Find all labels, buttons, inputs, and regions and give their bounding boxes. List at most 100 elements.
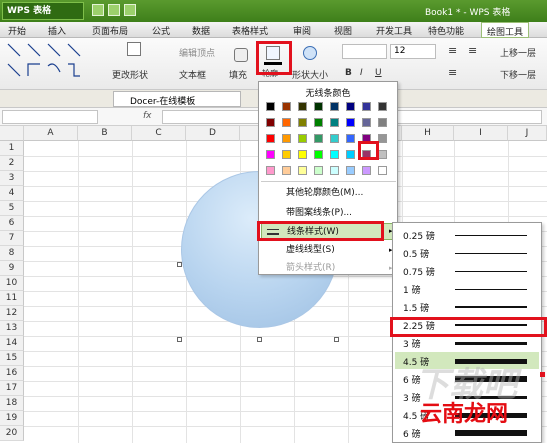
- color-swatch[interactable]: [266, 134, 275, 143]
- align-justify-icon[interactable]: ≡: [448, 66, 457, 79]
- color-swatch[interactable]: [362, 118, 371, 127]
- no-line-color-option[interactable]: 无线条颜色: [259, 86, 397, 99]
- color-swatch[interactable]: [266, 150, 275, 159]
- row-header[interactable]: 5: [0, 201, 24, 216]
- color-swatch[interactable]: [282, 166, 291, 175]
- font-name-select[interactable]: [342, 44, 387, 59]
- bold-button[interactable]: B: [345, 68, 352, 78]
- bring-forward-button[interactable]: 上移一层: [500, 46, 536, 59]
- row-header[interactable]: 11: [0, 291, 24, 306]
- color-swatch[interactable]: [298, 166, 307, 175]
- color-swatch[interactable]: [346, 166, 355, 175]
- color-swatch[interactable]: [314, 134, 323, 143]
- color-swatch[interactable]: [378, 150, 387, 159]
- underline-button[interactable]: U: [375, 68, 382, 78]
- fx-icon[interactable]: fx: [143, 111, 152, 121]
- row-header[interactable]: 18: [0, 396, 24, 411]
- col-header-d[interactable]: D: [186, 126, 240, 141]
- color-swatch[interactable]: [266, 118, 275, 127]
- line-weight-option[interactable]: 0.75 磅: [395, 262, 539, 279]
- color-swatch[interactable]: [362, 166, 371, 175]
- color-swatch[interactable]: [378, 134, 387, 143]
- textbox-label[interactable]: 文本框: [179, 68, 206, 81]
- col-header-h[interactable]: H: [402, 126, 454, 141]
- pattern-line-option[interactable]: 带图案线条(P)...: [261, 205, 396, 222]
- color-swatch[interactable]: [346, 150, 355, 159]
- line-weight-option[interactable]: 1.5 磅: [395, 298, 539, 315]
- color-swatch[interactable]: [330, 118, 339, 127]
- wps-app-button[interactable]: WPS 表格: [2, 2, 84, 20]
- tab-features[interactable]: 特色功能: [428, 24, 464, 37]
- color-swatch[interactable]: [298, 118, 307, 127]
- color-swatch[interactable]: [330, 166, 339, 175]
- color-swatch[interactable]: [314, 166, 323, 175]
- color-swatch[interactable]: [378, 118, 387, 127]
- col-header-a[interactable]: A: [24, 126, 78, 141]
- row-header[interactable]: 3: [0, 171, 24, 186]
- line-weight-option[interactable]: 0.25 磅: [395, 226, 539, 243]
- color-swatch[interactable]: [282, 150, 291, 159]
- tab-home[interactable]: 开始: [8, 24, 26, 37]
- color-swatch[interactable]: [330, 150, 339, 159]
- save-icon[interactable]: [92, 4, 104, 16]
- color-swatch[interactable]: [378, 102, 387, 111]
- change-shape-icon[interactable]: [127, 42, 141, 56]
- color-swatch[interactable]: [314, 118, 323, 127]
- color-swatch[interactable]: [298, 150, 307, 159]
- color-swatch[interactable]: [266, 102, 275, 111]
- color-swatch[interactable]: [298, 134, 307, 143]
- tab-view[interactable]: 视图: [334, 24, 352, 37]
- color-swatch[interactable]: [282, 102, 291, 111]
- line-shapes-gallery[interactable]: [6, 42, 98, 84]
- row-header[interactable]: 10: [0, 276, 24, 291]
- row-header[interactable]: 7: [0, 231, 24, 246]
- row-header[interactable]: 6: [0, 216, 24, 231]
- tab-table-style[interactable]: 表格样式: [232, 24, 268, 37]
- align-center-icon[interactable]: ≡: [468, 44, 477, 57]
- send-backward-button[interactable]: 下移一层: [500, 68, 536, 81]
- name-box[interactable]: [2, 110, 98, 124]
- col-header-i[interactable]: I: [454, 126, 508, 141]
- row-header[interactable]: 8: [0, 246, 24, 261]
- color-swatch[interactable]: [362, 102, 371, 111]
- row-header[interactable]: 1: [0, 141, 24, 156]
- color-swatch[interactable]: [378, 166, 387, 175]
- change-shape-label[interactable]: 更改形状: [112, 68, 148, 81]
- col-header-j[interactable]: J: [508, 126, 547, 141]
- color-swatch[interactable]: [346, 134, 355, 143]
- row-header[interactable]: 20: [0, 426, 24, 441]
- shape-size-label[interactable]: 形状大小: [292, 68, 328, 81]
- color-swatch[interactable]: [314, 150, 323, 159]
- resize-handle[interactable]: [177, 337, 182, 342]
- line-weight-option[interactable]: 0.5 磅: [395, 244, 539, 261]
- color-swatch[interactable]: [346, 118, 355, 127]
- select-all-corner[interactable]: [0, 126, 24, 141]
- tab-data[interactable]: 数据: [192, 24, 210, 37]
- tab-developer[interactable]: 开发工具: [376, 24, 412, 37]
- color-swatch[interactable]: [314, 102, 323, 111]
- align-left-icon[interactable]: ≡: [448, 44, 457, 57]
- line-weight-option[interactable]: 1 磅: [395, 280, 539, 297]
- tab-page-layout[interactable]: 页面布局: [92, 24, 128, 37]
- row-header[interactable]: 4: [0, 186, 24, 201]
- color-swatch[interactable]: [282, 134, 291, 143]
- redo-icon[interactable]: [124, 4, 136, 16]
- row-header[interactable]: 12: [0, 306, 24, 321]
- col-header-c[interactable]: C: [132, 126, 186, 141]
- row-header[interactable]: 19: [0, 411, 24, 426]
- undo-icon[interactable]: [108, 4, 120, 16]
- color-swatch[interactable]: [298, 102, 307, 111]
- tab-insert[interactable]: 插入: [48, 24, 66, 37]
- color-swatch[interactable]: [266, 166, 275, 175]
- resize-handle[interactable]: [257, 337, 262, 342]
- tab-review[interactable]: 审阅: [293, 24, 311, 37]
- italic-button[interactable]: I: [360, 68, 363, 78]
- row-header[interactable]: 15: [0, 351, 24, 366]
- row-header[interactable]: 9: [0, 261, 24, 276]
- row-header[interactable]: 17: [0, 381, 24, 396]
- shape-size-icon[interactable]: [303, 46, 317, 60]
- color-swatch[interactable]: [282, 118, 291, 127]
- resize-handle[interactable]: [334, 337, 339, 342]
- other-outline-colors-option[interactable]: 其他轮廓颜色(M)...: [261, 185, 396, 202]
- dash-style-option[interactable]: 虚线线型(S): [261, 242, 396, 259]
